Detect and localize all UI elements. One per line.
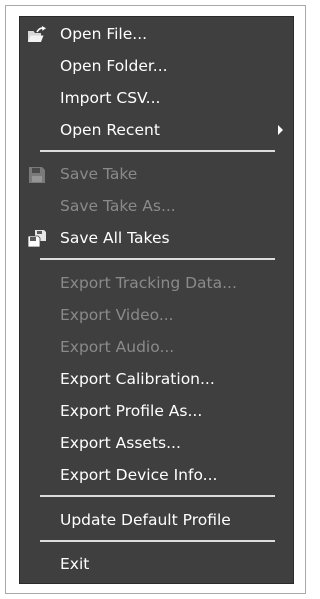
menu-item-label: Export Profile As... [60,402,203,420]
menu-item-save-take-as: Save Take As... [20,192,293,220]
menu-item-export-calibration[interactable]: Export Calibration... [20,365,293,393]
save-icon [27,165,47,183]
menu-item-update-default-profile[interactable]: Update Default Profile [20,506,293,534]
menu-item-label: Save Take [60,165,138,183]
menu-item-label: Export Device Info... [60,466,218,484]
menu-item-save-all-takes[interactable]: Save All Takes [20,224,293,252]
menu-item-import-csv[interactable]: Import CSV... [20,84,293,112]
menu-item-label: Save All Takes [60,229,170,247]
menu-separator [40,258,275,260]
menu-separator [40,495,275,497]
menu-item-label: Import CSV... [60,89,161,107]
file-menu: Open File... Open Folder... Import CSV..… [19,16,294,584]
menu-item-exit[interactable]: Exit [20,550,293,578]
menu-item-label: Open Folder... [60,57,168,75]
menu-item-label: Open File... [60,25,148,43]
menu-item-export-audio: Export Audio... [20,333,293,361]
menu-item-open-file[interactable]: Open File... [20,20,293,48]
menu-item-export-device-info[interactable]: Export Device Info... [20,461,293,489]
menu-item-open-recent[interactable]: Open Recent [20,116,293,144]
menu-item-label: Export Calibration... [60,370,215,388]
menu-item-export-tracking-data: Export Tracking Data... [20,269,293,297]
menu-item-label: Exit [60,555,90,573]
menu-item-label: Export Tracking Data... [60,274,237,292]
menu-item-export-video: Export Video... [20,301,293,329]
menu-item-label: Export Assets... [60,434,181,452]
menu-item-export-profile-as[interactable]: Export Profile As... [20,397,293,425]
save-all-icon [27,229,47,248]
menu-item-label: Save Take As... [60,197,176,215]
menu-item-save-take: Save Take [20,160,293,188]
menu-item-label: Export Audio... [60,338,175,356]
menu-item-label: Update Default Profile [60,511,231,529]
menu-item-open-folder[interactable]: Open Folder... [20,52,293,80]
open-file-icon [27,25,47,43]
menu-item-export-assets[interactable]: Export Assets... [20,429,293,457]
menu-item-label: Open Recent [60,121,160,139]
menu-separator [40,150,275,152]
chevron-right-icon [278,125,283,135]
menu-item-label: Export Video... [60,306,174,324]
menu-separator [40,540,275,542]
